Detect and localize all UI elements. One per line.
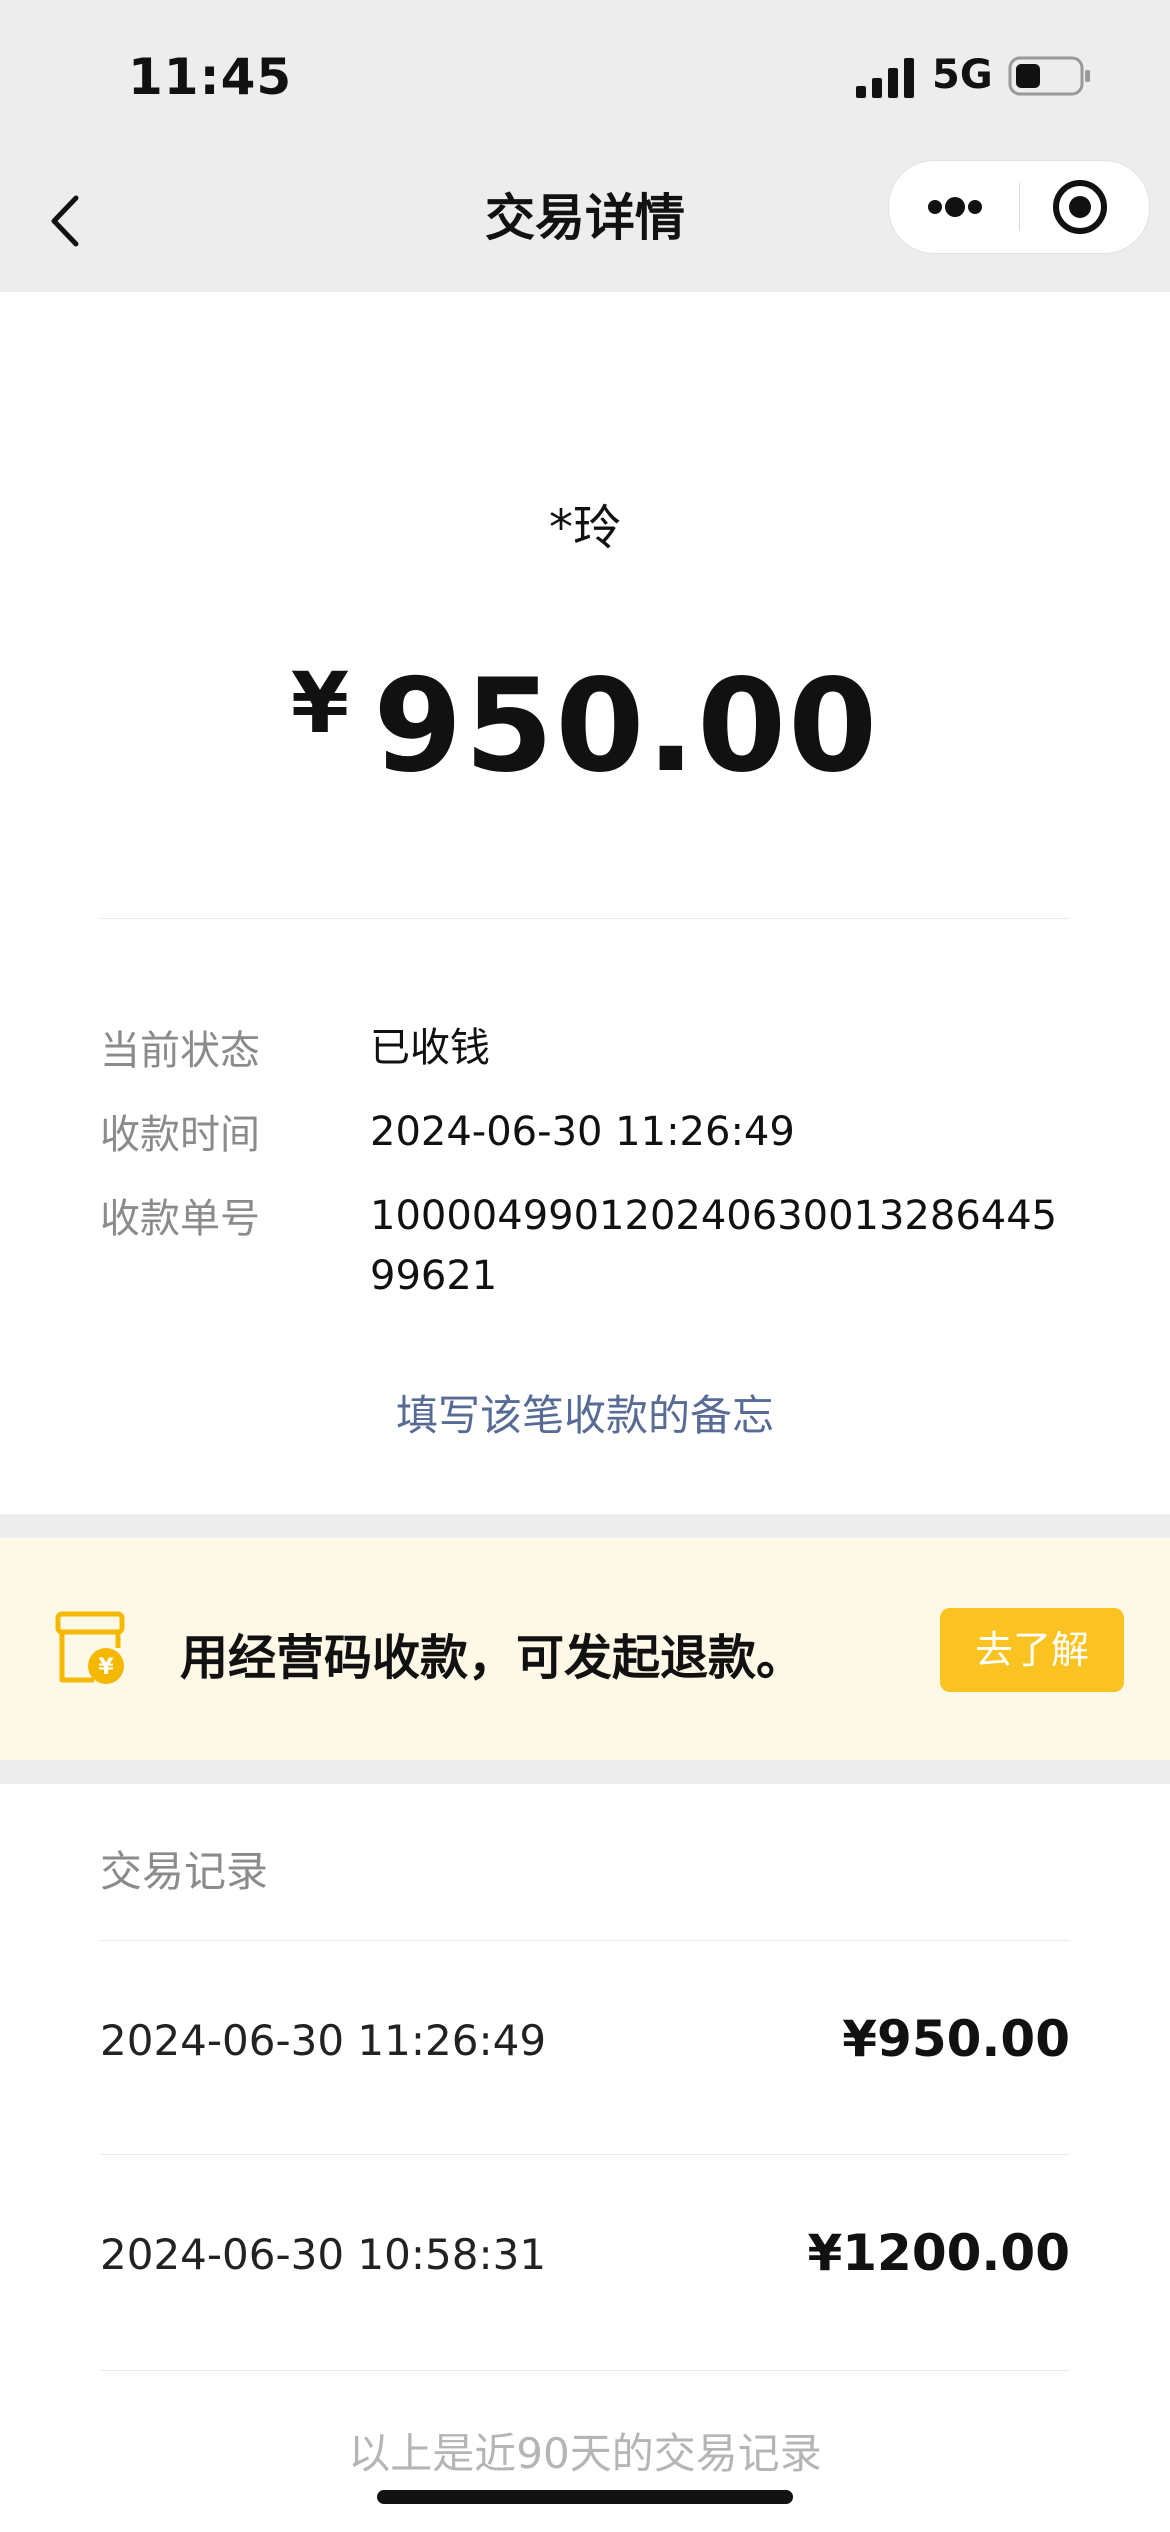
record-time: 2024-06-30 10:58:31 <box>100 2230 547 2279</box>
divider <box>100 2370 1070 2371</box>
record-row[interactable]: 2024-06-30 10:58:31 ¥1200.00 <box>100 2220 1070 2300</box>
home-indicator <box>377 2490 793 2504</box>
divider <box>100 2154 1070 2155</box>
svg-text:¥: ¥ <box>98 1655 114 1680</box>
record-time: 2024-06-30 11:26:49 <box>100 2016 547 2065</box>
shop-yuan-icon: ¥ <box>55 1611 125 1684</box>
record-amount: ¥1200.00 <box>807 2224 1070 2282</box>
detail-label: 当前状态 <box>100 1028 260 1074</box>
status-time: 11:45 <box>128 48 293 106</box>
status-bar: 11:45 5G <box>0 0 1170 150</box>
records-footer: 以上是近90天的交易记录 <box>348 2429 822 2478</box>
more-icon[interactable] <box>889 161 1019 253</box>
transaction-card: *玲 ¥950.00 当前状态 已收钱 收款时间 2024-06-30 11:2… <box>0 292 1170 1514</box>
records-card: 交易记录 2024-06-30 11:26:49 ¥950.00 2024-06… <box>0 1784 1170 2532</box>
learn-more-button[interactable]: 去了解 <box>940 1608 1124 1692</box>
detail-value: 2024-06-30 11:26:49 <box>370 1109 795 1155</box>
record-row[interactable]: 2024-06-30 11:26:49 ¥950.00 <box>100 2006 1070 2086</box>
battery-icon <box>1008 56 1090 96</box>
records-title: 交易记录 <box>100 1847 269 1896</box>
add-memo-link[interactable]: 填写该笔收款的备忘 <box>0 1382 1170 1443</box>
divider <box>100 1940 1070 1941</box>
network-type: 5G <box>932 52 993 98</box>
currency-symbol: ¥ <box>290 654 352 752</box>
nav-bar: 交易详情 <box>0 150 1170 292</box>
banner-text: 用经营码收款，可发起退款。 <box>180 1630 805 1686</box>
detail-value: 已收钱 <box>370 1025 490 1071</box>
payer-name: *玲 <box>548 500 621 556</box>
mini-program-capsule <box>888 160 1150 254</box>
amount-value: 950.00 <box>373 652 880 801</box>
detail-label: 收款单号 <box>100 1196 260 1242</box>
record-amount: ¥950.00 <box>842 2010 1070 2068</box>
detail-label: 收款时间 <box>100 1112 260 1158</box>
order-number: 100004990120240630013286445 99621 <box>370 1193 1058 1299</box>
divider <box>100 918 1070 919</box>
signal-icon <box>856 58 914 98</box>
transaction-amount: ¥950.00 <box>0 652 1170 801</box>
business-code-banner: ¥ 用经营码收款，可发起退款。 去了解 <box>0 1538 1170 1760</box>
close-miniprogram-icon[interactable] <box>1020 161 1149 253</box>
